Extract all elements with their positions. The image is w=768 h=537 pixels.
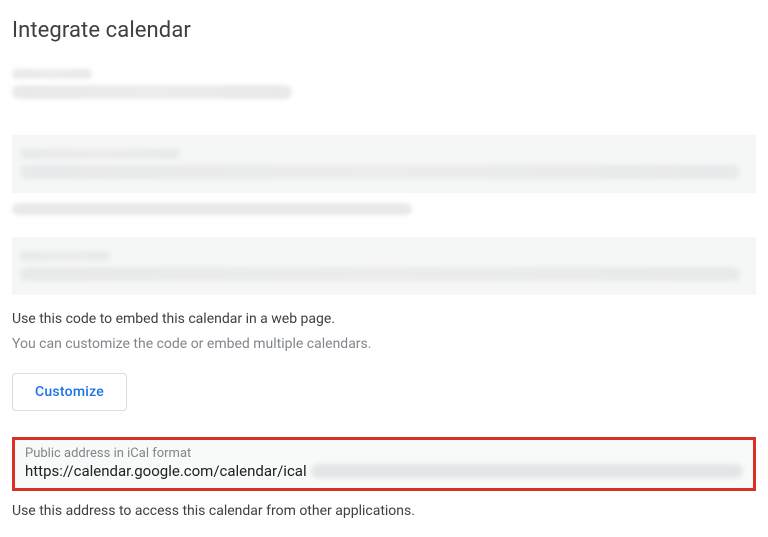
blurred-public-url-section	[12, 135, 756, 193]
blurred-line	[20, 149, 180, 159]
blurred-line	[12, 85, 292, 99]
ical-url[interactable]: https://calendar.google.com/calendar/ica…	[25, 462, 307, 480]
ical-footer-text: Use this address to access this calendar…	[12, 503, 756, 519]
blurred-url-remainder	[311, 464, 743, 478]
blurred-line	[20, 267, 740, 281]
section-title: Integrate calendar	[12, 18, 756, 43]
blurred-line	[20, 251, 110, 261]
blurred-calendar-id-section	[12, 61, 312, 107]
embed-secondary-text: You can customize the code or embed mult…	[12, 334, 756, 355]
customize-button[interactable]: Customize	[12, 373, 127, 411]
blurred-helper-text	[12, 203, 412, 215]
blurred-line	[20, 165, 740, 179]
ical-url-wrap: https://calendar.google.com/calendar/ica…	[25, 462, 743, 480]
ical-label: Public address in iCal format	[25, 446, 743, 461]
embed-helper-text: Use this code to embed this calendar in …	[12, 309, 756, 330]
ical-box[interactable]: Public address in iCal format https://ca…	[12, 437, 756, 491]
blurred-embed-code-section	[12, 237, 756, 295]
blurred-line	[12, 69, 92, 79]
